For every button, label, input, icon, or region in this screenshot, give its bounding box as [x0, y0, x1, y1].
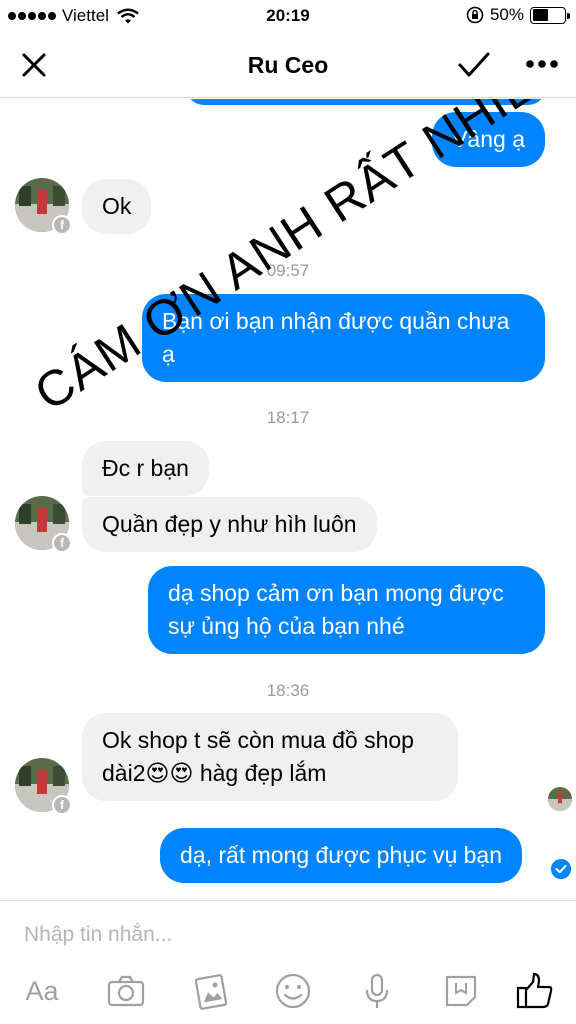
- checkmark-icon[interactable]: [456, 49, 492, 81]
- timestamp: 18:17: [266, 408, 310, 427]
- seen-indicator-avatar: [548, 787, 572, 811]
- message-bubble-incoming[interactable]: Ok shop t sẽ còn mua đồ shop dài2😍😍 hàg …: [82, 713, 458, 801]
- battery-level: [532, 9, 548, 21]
- like-icon[interactable]: [515, 971, 555, 1011]
- status-bar: Viettel 20:19 50%: [0, 0, 576, 32]
- camera-icon[interactable]: [106, 971, 146, 1011]
- conversation-header: Ru Ceo: [0, 32, 576, 98]
- sticker-icon[interactable]: [441, 971, 481, 1011]
- message-bubble-outgoing[interactable]: dạ, rất mong được phục vụ bạn: [160, 828, 522, 883]
- message-bubble-outgoing[interactable]: dạ shop cảm ơn bạn mong được sự ủng hộ c…: [148, 566, 545, 654]
- messenger-badge-icon: f: [52, 533, 72, 553]
- timestamp: 18:36: [266, 681, 310, 700]
- more-icon[interactable]: [524, 56, 560, 72]
- text-mode-button[interactable]: Aa: [22, 971, 62, 1011]
- delivered-check-icon: [551, 859, 571, 879]
- microphone-icon[interactable]: [357, 971, 397, 1011]
- message-composer: Aa: [0, 900, 576, 1024]
- message-bubble-incoming[interactable]: Đc r bạn: [82, 441, 209, 496]
- message-bubble-incoming[interactable]: Quần đẹp y như hìh luôn: [82, 497, 377, 552]
- rotation-lock-icon: [466, 6, 484, 24]
- message-list[interactable]: Vâng ạ f Ok 09:57 Bạn ơi bạn nhận được q…: [0, 99, 576, 900]
- message-input[interactable]: [24, 923, 544, 947]
- gallery-icon[interactable]: [190, 971, 230, 1011]
- emoji-icon[interactable]: [273, 971, 313, 1011]
- messenger-badge-icon: f: [52, 795, 72, 815]
- battery-percentage: 50%: [489, 5, 524, 24]
- battery-icon: [530, 6, 570, 24]
- messenger-badge-icon: f: [52, 215, 72, 235]
- composer-toolbar: Aa: [0, 971, 576, 1013]
- message-bubble-incoming[interactable]: Ok: [82, 179, 152, 234]
